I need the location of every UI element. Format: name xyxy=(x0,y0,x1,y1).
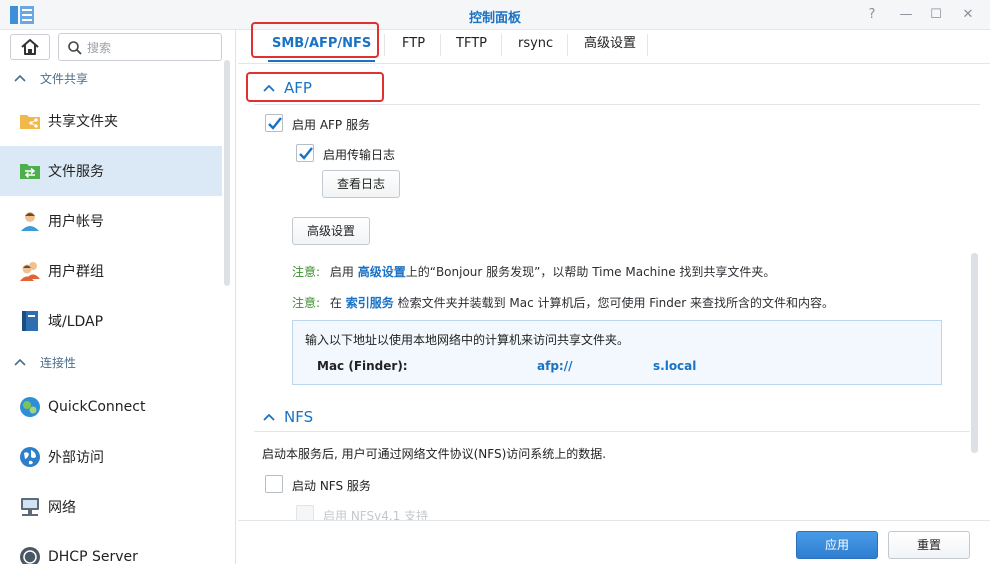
checkmark-icon xyxy=(268,117,282,130)
afp-advanced-settings-button[interactable]: 高级设置 xyxy=(292,217,370,245)
sidebar-item-label: 外部访问 xyxy=(48,450,104,466)
sidebar-item-shared-folder[interactable]: 共享文件夹 xyxy=(0,96,222,146)
advanced-settings-link[interactable]: 高级设置 xyxy=(358,265,406,279)
search-input[interactable] xyxy=(87,39,213,56)
sidebar-item-label: QuickConnect xyxy=(48,399,146,415)
section-divider xyxy=(254,431,970,432)
sidebar-item-label: 用户帐号 xyxy=(48,214,104,230)
sidebar-item-domain-ldap[interactable]: 域/LDAP xyxy=(0,296,222,346)
title-bar: 控制面板 ? — ☐ ✕ xyxy=(0,0,990,30)
section-file-sharing[interactable]: 文件共享 xyxy=(0,64,222,94)
chevron-up-icon xyxy=(14,358,26,366)
address-intro: 输入以下地址以使用本地网络中的计算机来访问共享文件夹。 xyxy=(305,333,630,347)
shared-folder-icon xyxy=(20,115,40,129)
section-label: 连接性 xyxy=(40,356,77,370)
footer-bar: 应用 重置 xyxy=(238,520,990,564)
checkmark-icon xyxy=(299,147,313,160)
main-scrollbar[interactable] xyxy=(971,253,978,453)
enable-transfer-log-label: 启用传输日志 xyxy=(323,148,396,162)
chevron-up-icon xyxy=(263,413,275,421)
note-label: 注意: xyxy=(292,265,321,279)
section-label: 文件共享 xyxy=(40,72,89,86)
close-button[interactable]: ✕ xyxy=(958,6,978,24)
enable-afp-checkbox[interactable] xyxy=(265,114,283,132)
afp-note-bonjour: 注意: 启用 高级设置上的“Bonjour 服务发现”，以帮助 Time Mac… xyxy=(292,263,775,280)
indexing-service-link[interactable]: 索引服务 xyxy=(346,296,394,310)
tab-divider xyxy=(501,34,502,56)
window-title: 控制面板 xyxy=(468,11,521,26)
sidebar-item-user[interactable]: 用户帐号 xyxy=(0,196,222,246)
domain-ldap-icon xyxy=(22,311,38,331)
reset-button[interactable]: 重置 xyxy=(888,531,970,559)
apply-button[interactable]: 应用 xyxy=(796,531,878,559)
view-log-button[interactable]: 查看日志 xyxy=(322,170,400,198)
address-prefix: afp:// xyxy=(537,359,573,373)
sidebar-item-label: DHCP Server xyxy=(48,549,138,564)
home-button[interactable] xyxy=(10,34,50,60)
external-access-icon xyxy=(20,447,40,467)
nfs-section-title: NFS xyxy=(284,408,314,426)
sidebar-item-label: 用户群组 xyxy=(48,264,104,280)
minimize-button[interactable]: — xyxy=(896,6,916,24)
afp-note-indexing: 注意: 在 索引服务 检索文件夹并装载到 Mac 计算机后，您可使用 Finde… xyxy=(292,294,834,311)
sidebar: 文件共享 共享文件夹 文件服务 用户帐号 用户群组 xyxy=(0,30,236,564)
dhcp-server-icon xyxy=(20,547,40,564)
quickconnect-icon xyxy=(20,397,40,417)
sidebar-item-file-services[interactable]: 文件服务 xyxy=(0,146,222,196)
afp-address-box: 输入以下地址以使用本地网络中的计算机来访问共享文件夹。 Mac (Finder)… xyxy=(292,320,942,385)
section-divider xyxy=(254,104,980,105)
tab-divider xyxy=(647,34,648,56)
afp-section-title: AFP xyxy=(284,79,312,97)
sidebar-item-dhcp-server[interactable]: DHCP Server xyxy=(0,532,222,564)
tab-rsync[interactable]: rsync xyxy=(518,30,553,62)
home-icon xyxy=(21,39,39,55)
section-connectivity[interactable]: 连接性 xyxy=(0,348,222,378)
sidebar-item-label: 文件服务 xyxy=(48,164,104,180)
help-button[interactable]: ? xyxy=(862,6,882,24)
sidebar-item-quickconnect[interactable]: QuickConnect xyxy=(0,382,222,432)
afp-section-header[interactable]: AFP xyxy=(262,79,312,97)
maximize-button[interactable]: ☐ xyxy=(926,6,946,24)
tab-divider xyxy=(567,34,568,56)
enable-nfs-checkbox[interactable] xyxy=(265,475,283,493)
network-icon xyxy=(21,498,39,516)
address-suffix: s.local xyxy=(653,359,697,373)
group-icon xyxy=(20,262,40,281)
note-text: 启用 xyxy=(329,265,354,279)
tab-highlight-box xyxy=(251,22,379,58)
sidebar-item-group[interactable]: 用户群组 xyxy=(0,246,222,296)
enable-afp-label: 启用 AFP 服务 xyxy=(292,118,370,132)
tab-tftp[interactable]: TFTP xyxy=(456,30,487,62)
tab-ftp[interactable]: FTP xyxy=(402,30,425,62)
file-services-icon xyxy=(20,164,40,179)
note-text: 检索文件夹并装载到 Mac 计算机后，您可使用 Finder 来查找所含的文件和… xyxy=(397,296,835,310)
nfs-description: 启动本服务后, 用户可通过网络文件协议(NFS)访问系统上的数据. xyxy=(262,447,607,461)
sidebar-item-label: 域/LDAP xyxy=(48,314,104,330)
sidebar-item-label: 网络 xyxy=(48,500,76,516)
tab-divider xyxy=(440,34,441,56)
sidebar-item-network[interactable]: 网络 xyxy=(0,482,222,532)
search-box[interactable] xyxy=(58,33,222,61)
note-text: 在 xyxy=(329,296,342,310)
chevron-up-icon xyxy=(14,74,26,82)
user-icon xyxy=(21,212,39,231)
note-label: 注意: xyxy=(292,296,321,310)
sidebar-scrollbar[interactable] xyxy=(224,60,230,286)
chevron-up-icon xyxy=(263,84,275,92)
note-text: 上的“Bonjour 服务发现”，以帮助 Time Machine 找到共享文件… xyxy=(405,265,776,279)
address-label: Mac (Finder): xyxy=(317,359,408,373)
tab-divider xyxy=(384,34,385,56)
enable-transfer-log-checkbox[interactable] xyxy=(296,144,314,162)
sidebar-item-label: 共享文件夹 xyxy=(48,114,118,130)
nfs-section-header[interactable]: NFS xyxy=(262,408,313,426)
search-icon xyxy=(68,41,82,55)
sidebar-item-external-access[interactable]: 外部访问 xyxy=(0,432,222,482)
enable-nfs-label: 启动 NFS 服务 xyxy=(292,479,371,493)
tab-advanced[interactable]: 高级设置 xyxy=(584,30,636,62)
